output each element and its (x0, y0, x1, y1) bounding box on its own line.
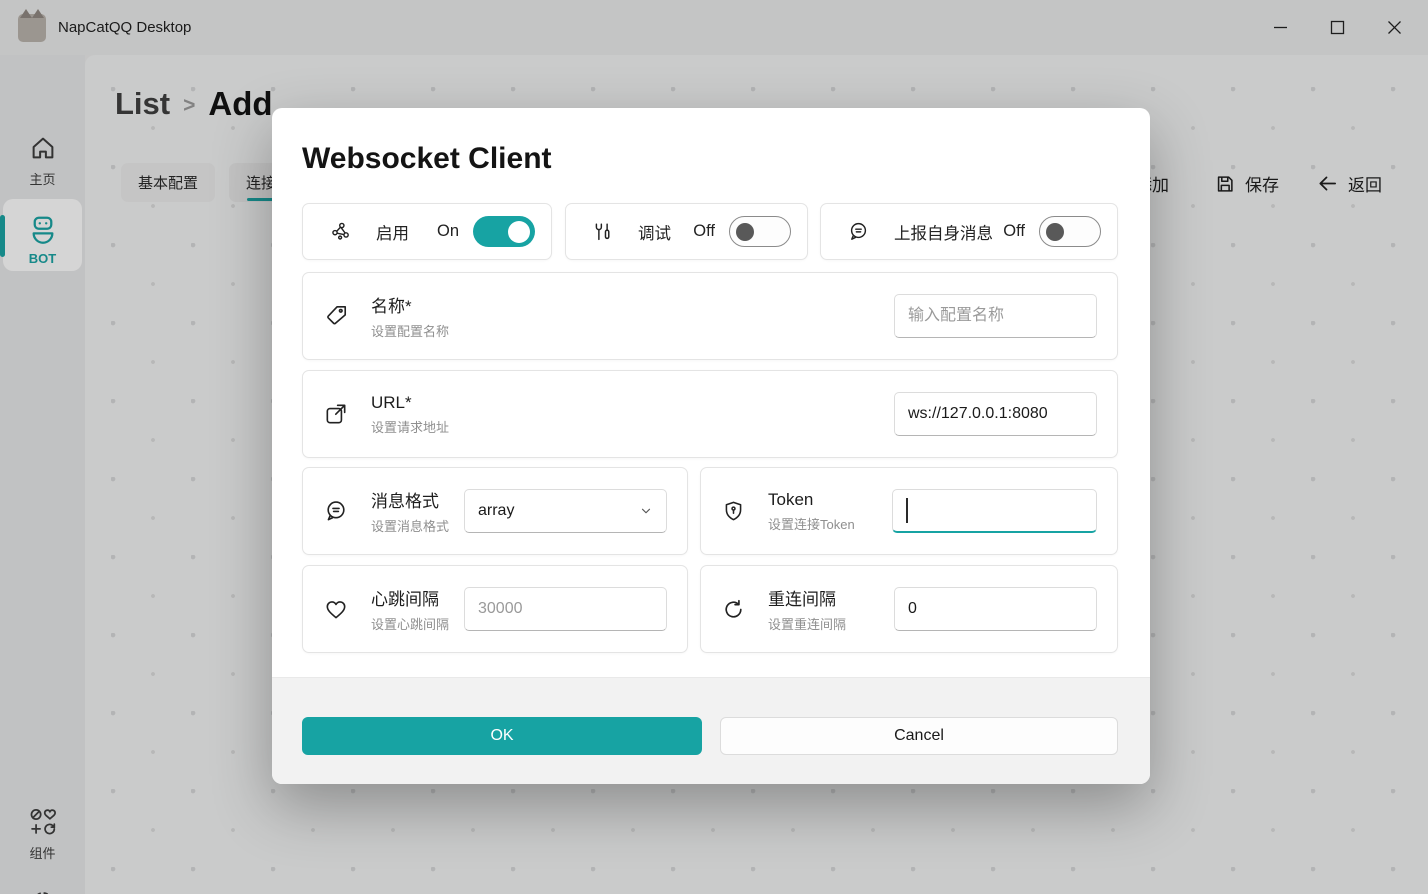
field-card-name: 名称* 设置配置名称 (302, 272, 1118, 360)
app-window: NapCatQQ Desktop 主页 (0, 0, 1428, 894)
heart-icon (323, 596, 349, 622)
toggle-label: 启用 (376, 220, 409, 244)
heartbeat-input[interactable] (464, 587, 667, 631)
toggle-card-report-self: 上报自身消息 Off (820, 203, 1118, 260)
toggle-knob (1046, 223, 1064, 241)
field-title: 重连间隔 (768, 585, 846, 610)
token-input[interactable] (892, 489, 1097, 533)
toggle-knob (736, 223, 754, 241)
tools-icon (592, 221, 614, 243)
field-desc: 设置请求地址 (371, 417, 449, 436)
field-card-heartbeat: 心跳间隔 设置心跳间隔 (302, 565, 688, 653)
toggle-label: 上报自身消息 (894, 220, 993, 244)
toggle-label: 调试 (638, 220, 671, 244)
toggle-state: Off (1003, 222, 1025, 241)
field-title: 心跳间隔 (371, 585, 449, 610)
field-title: 消息格式 (371, 487, 449, 512)
field-title: 名称* (371, 292, 449, 317)
debug-toggle[interactable] (729, 216, 791, 247)
modal-footer: OK Cancel (272, 677, 1150, 784)
text-caret (906, 498, 908, 523)
field-card-reconnect: 重连间隔 设置重连间隔 (700, 565, 1118, 653)
toggle-card-debug: 调试 Off (565, 203, 808, 260)
field-title: Token (768, 490, 855, 510)
field-desc: 设置重连间隔 (768, 614, 846, 633)
url-input[interactable] (894, 392, 1097, 436)
field-card-url: URL* 设置请求地址 (302, 370, 1118, 458)
report-self-toggle[interactable] (1039, 216, 1101, 247)
field-desc: 设置配置名称 (371, 321, 449, 340)
message-format-select[interactable]: array (464, 489, 667, 533)
chat-icon (847, 220, 870, 243)
external-link-icon (323, 401, 349, 427)
toggle-knob (508, 221, 530, 243)
toggle-state: Off (693, 222, 715, 241)
modal-title: Websocket Client (302, 142, 552, 176)
field-desc: 设置消息格式 (371, 516, 449, 535)
chat-icon (323, 498, 349, 524)
websocket-client-modal: Websocket Client 启用 On 调试 Off (272, 108, 1150, 784)
toggle-card-enable: 启用 On (302, 203, 552, 260)
ok-button[interactable]: OK (302, 717, 702, 755)
hub-icon (329, 220, 352, 243)
field-card-token: Token 设置连接Token (700, 467, 1118, 555)
toggle-state: On (437, 222, 459, 241)
field-desc: 设置心跳间隔 (371, 614, 449, 633)
field-desc: 设置连接Token (768, 514, 855, 533)
cancel-button[interactable]: Cancel (720, 717, 1118, 755)
field-title: URL* (371, 393, 449, 413)
field-card-format: 消息格式 设置消息格式 array (302, 467, 688, 555)
tag-icon (323, 303, 349, 329)
reconnect-input[interactable] (894, 587, 1097, 631)
enable-toggle[interactable] (473, 216, 535, 247)
select-value: array (478, 502, 514, 520)
chevron-down-icon (639, 504, 653, 518)
refresh-icon (721, 597, 746, 622)
name-input[interactable] (894, 294, 1097, 338)
shield-icon (721, 499, 746, 524)
